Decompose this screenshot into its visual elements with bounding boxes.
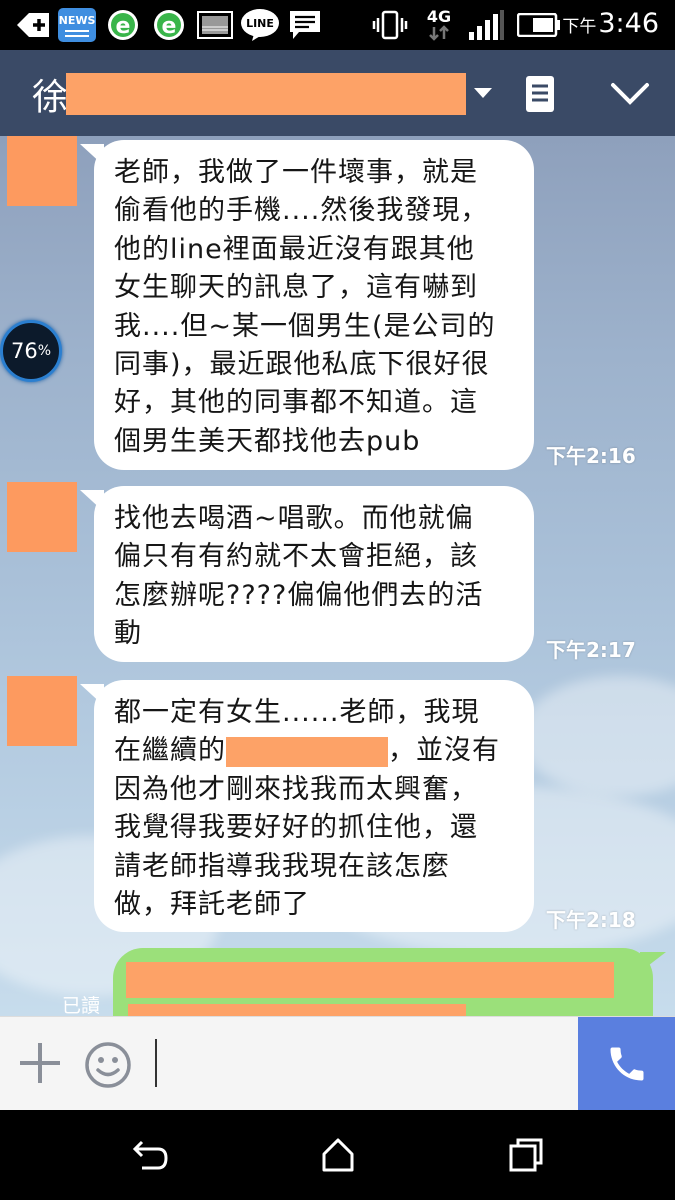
message-line: 偷看他的手機....然後我發現， [114,195,489,227]
message-timestamp: 下午2:17 [546,638,636,662]
message-line: 做，拜託老師了 [114,888,310,920]
line-app-icon: LINE [240,8,280,42]
redacted-contact-name [66,73,466,115]
message-timestamp: 下午2:18 [546,908,636,932]
message-line: 偏只有有約就不太會拒絕，該 [114,541,478,573]
home-icon[interactable] [320,1136,356,1174]
message-line: 我覺得我要好好的抓住他，還 [114,812,478,844]
call-button[interactable] [578,1017,675,1111]
read-receipt: 已讀 [62,995,101,1016]
status-time: 下午 3:46 [562,8,659,39]
signal-icon [466,8,506,42]
contact-name[interactable]: 徐 [32,68,68,120]
message-line: 他的line裡面最近沒有跟其他 [114,233,475,265]
chat-area[interactable]: 老師，我做了一件壞事，就是 偷看他的手機....然後我發現， 他的line裡面最… [0,136,675,1016]
image-icon [196,8,234,42]
redacted-text [128,1004,466,1016]
message-line: 在繼續的 ，並沒有 [114,735,500,767]
chat-header: 徐 [0,50,675,136]
ie-icon: e [104,8,142,42]
chevron-down-icon[interactable] [608,78,652,108]
message-bubble[interactable]: 都一定有女生......老師，我現 在繼續的 ，並沒有 因為他才剛來找我而太興奮，… [94,680,534,932]
message-line: 女生聊天的訊息了，這有嚇到 [114,272,478,304]
nav-bar [0,1110,675,1200]
bubble-tail [640,952,666,972]
battery-icon [516,8,562,42]
sender-avatar[interactable] [7,482,77,552]
battery-widget[interactable]: 76% [0,320,62,382]
back-icon[interactable] [132,1138,170,1172]
redacted-text [126,962,614,998]
message-line: 找他去喝酒~唱歌。而他就偏 [114,503,474,534]
sender-avatar[interactable] [7,676,77,746]
dropdown-caret-icon[interactable] [474,88,492,98]
add-icon [14,8,52,42]
news-app-icon: NEWS [58,8,96,42]
emoji-icon[interactable] [84,1041,132,1089]
message-line: 好，其他的同事都不知道。這 [114,387,478,419]
message-line: 都一定有女生......老師，我現 [114,697,480,728]
plus-icon[interactable] [20,1043,60,1083]
message-bubble[interactable]: 老師，我做了一件壞事，就是 偷看他的手機....然後我發現， 他的line裡面最… [94,140,534,470]
message-icon [288,8,322,42]
status-bar: NEWS e e LINE 4G 下午 3:46 [0,0,675,50]
vibrate-icon [370,8,410,42]
svg-text:e: e [162,14,177,39]
redacted-text [226,736,388,767]
ie-icon: e [150,8,188,42]
sender-avatar[interactable] [7,136,77,206]
message-bubble[interactable]: 找他去喝酒~唱歌。而他就偏 偏只有有約就不太會拒絕，該 怎麼辦呢????偏偏他們… [94,486,534,662]
message-line: 請老師指導我我現在該怎麼 [114,850,450,882]
message-line: 老師，我做了一件壞事，就是 [114,157,478,188]
message-line: 怎麼辦呢????偏偏他們去的活 [114,579,484,611]
message-timestamp: 下午2:16 [546,444,636,468]
svg-text:LINE: LINE [246,17,274,30]
message-line: 同事)，最近跟他私底下很好很 [114,348,490,380]
network-4g-icon: 4G [422,8,456,42]
message-line: 我....但~某一個男生(是公司的 [114,310,496,342]
phone-icon [610,1047,643,1081]
message-line: 因為他才剛來找我而太興奮， [114,773,478,805]
message-line: 動 [114,618,142,650]
notes-icon[interactable] [522,74,558,114]
message-line: 個男生美天都找他去pub [114,425,421,457]
svg-text:e: e [116,14,131,39]
input-bar [0,1016,675,1111]
recents-icon[interactable] [508,1136,544,1174]
message-input[interactable] [155,1039,157,1087]
